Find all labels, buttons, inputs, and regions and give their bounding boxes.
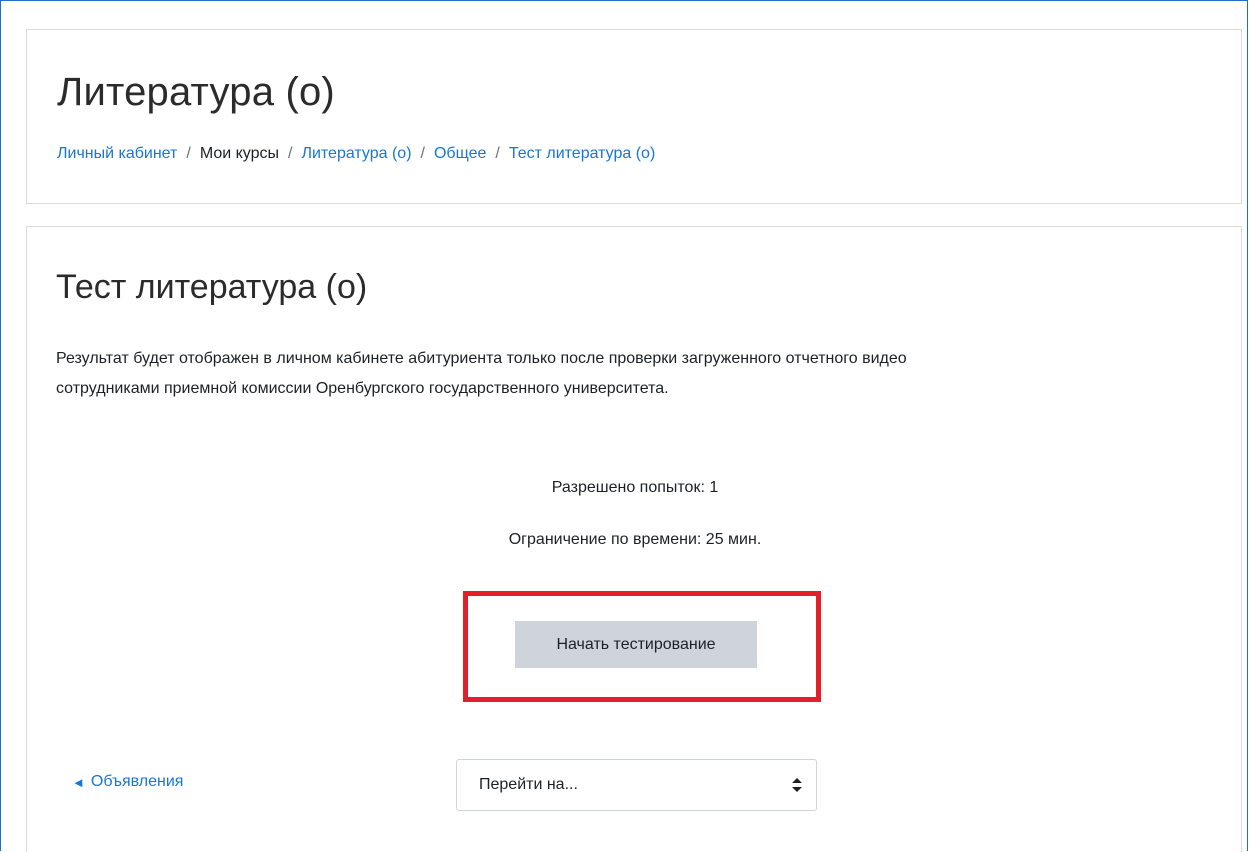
start-attempt-button[interactable]: Начать тестирование [515,621,757,668]
quiz-intro-line: сотрудниками приемной комиссии Оренбургс… [56,380,669,397]
page-header: Литература (о) Личный кабинет / Мои курс… [26,29,1242,204]
time-limit: Ограничение по времени: 25 мин. [508,531,762,548]
course-title: Литература (о) [57,70,335,114]
quiz-title: Тест литература (о) [56,268,368,306]
jump-to-value: Перейти на... [479,776,578,793]
quiz-intro-line: Результат будет отображен в личном кабин… [56,350,907,367]
breadcrumb-item-quiz[interactable]: Тест литература (о) [509,145,655,163]
quiz-content: Тест литература (о) Результат будет отоб… [26,226,1242,852]
breadcrumb-item-course[interactable]: Литература (о) [301,145,411,163]
breadcrumb-separator: / [420,145,425,162]
breadcrumb-separator: / [288,145,293,162]
breadcrumb-item-general[interactable]: Общее [434,145,486,163]
arrow-left-icon: ◄ [72,774,85,790]
breadcrumb-item-my-courses: Мои курсы [199,145,280,162]
breadcrumb-item-dashboard[interactable]: Личный кабинет [57,145,177,163]
breadcrumb-separator: / [495,145,500,162]
attempts-allowed: Разрешено попыток: 1 [551,479,719,496]
breadcrumb-separator: / [186,145,191,162]
quiz-intro: Результат будет отображен в личном кабин… [56,344,1226,404]
sort-updown-icon [792,778,802,792]
prev-activity-label: Объявления [90,773,184,790]
jump-to-select[interactable]: Перейти на... [456,759,817,811]
breadcrumb: Личный кабинет / Мои курсы / Литература … [57,145,655,163]
prev-activity-link[interactable]: ◄ Объявления [72,773,183,791]
